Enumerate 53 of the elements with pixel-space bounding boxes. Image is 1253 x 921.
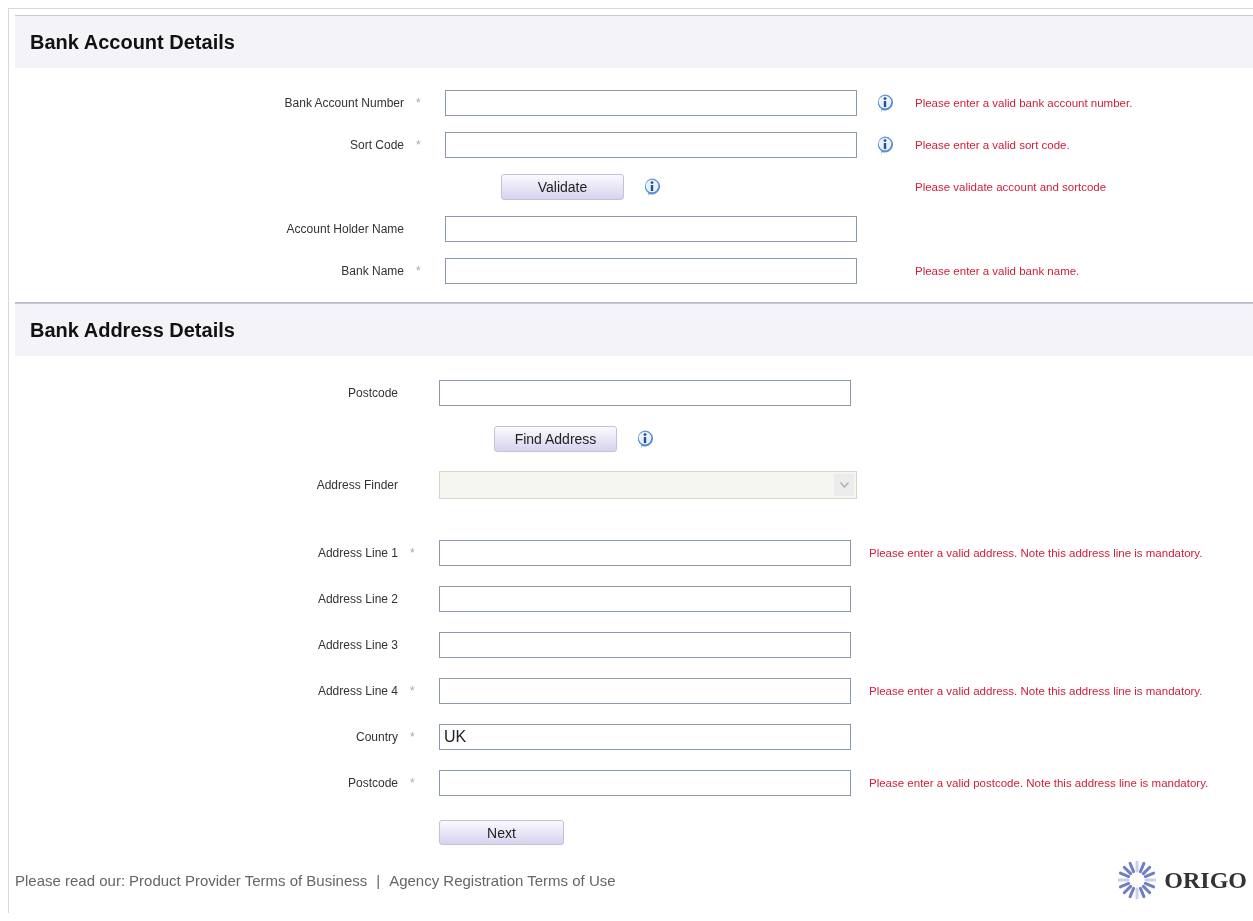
info-icon[interactable]: [642, 177, 662, 197]
text-field[interactable]: [445, 258, 857, 284]
required-mark: *: [410, 730, 415, 744]
info-icon[interactable]: [875, 93, 895, 113]
next-button[interactable]: Next: [439, 820, 564, 845]
error-message: Please enter a valid address. Note this address line is mandatory.: [869, 684, 1204, 698]
field-label: Address Line 3: [316, 638, 398, 652]
field-label: Address Line 1: [316, 546, 398, 560]
required-mark: *: [410, 546, 415, 560]
field-label: Address Line 4: [316, 684, 398, 698]
footer-text: Please read our:: [15, 871, 126, 889]
error-message: Please enter a valid address. Note this address line is mandatory.: [869, 546, 1204, 560]
logo-icon: [1118, 861, 1157, 899]
field-label: Bank Account Number: [283, 96, 404, 110]
text-field[interactable]: [439, 540, 851, 566]
info-icon[interactable]: [875, 135, 895, 155]
logo-text: ORIGO: [1164, 866, 1247, 894]
field-label: Bank Name: [340, 264, 404, 278]
text-field[interactable]: UK: [439, 724, 851, 750]
required-mark: *: [416, 138, 421, 152]
field-label: Postcode: [346, 386, 398, 400]
footer-link[interactable]: Agency Registration Terms of Use: [389, 871, 616, 889]
text-field[interactable]: [439, 632, 851, 658]
field-label: Postcode: [346, 776, 398, 790]
error-message: Please enter a valid bank account number.: [915, 96, 1134, 110]
text-field[interactable]: [439, 380, 851, 406]
section-title: Bank Address Details: [30, 318, 235, 342]
required-mark: *: [410, 776, 415, 790]
required-mark: *: [416, 96, 421, 110]
info-icon[interactable]: [635, 429, 655, 449]
footer-link[interactable]: Product Provider Terms of Business: [129, 871, 368, 889]
field-label: Account Holder Name: [285, 222, 404, 236]
required-mark: *: [416, 264, 421, 278]
text-field[interactable]: [439, 678, 851, 704]
field-label: Country: [354, 730, 398, 744]
section-title: Bank Account Details: [30, 30, 235, 54]
action-button[interactable]: Find Address: [494, 426, 617, 452]
error-message: Please enter a valid bank name.: [915, 264, 1081, 278]
text-field[interactable]: [439, 770, 851, 796]
chevron-down-icon: [839, 482, 849, 488]
error-message: Please enter a valid postcode. Note this address line is mandatory.: [869, 776, 1210, 790]
text-field[interactable]: [439, 586, 851, 612]
text-field[interactable]: [445, 216, 857, 242]
action-button[interactable]: Validate: [501, 174, 624, 200]
error-message: Please enter a valid sort code.: [915, 138, 1071, 152]
field-label: Address Finder: [315, 478, 398, 492]
field-label: Address Line 2: [316, 592, 398, 606]
text-field[interactable]: [445, 90, 857, 116]
required-mark: *: [410, 684, 415, 698]
link-separator: |: [375, 871, 382, 889]
field-label: Sort Code: [348, 138, 404, 152]
text-field[interactable]: [445, 132, 857, 158]
error-message: Please validate account and sortcode: [915, 180, 1108, 194]
